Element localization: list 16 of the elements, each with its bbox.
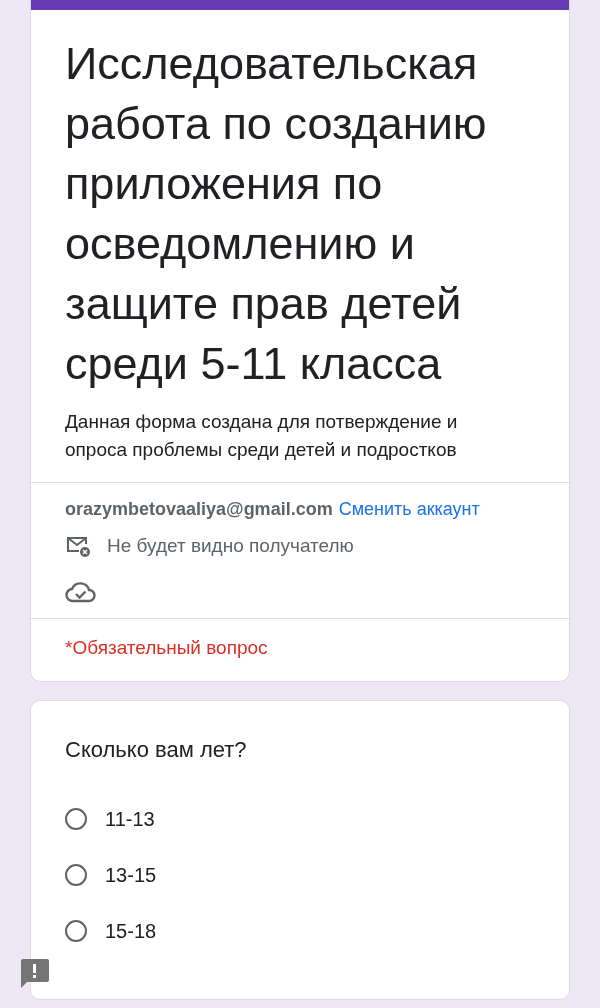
account-email: orazymbetovaaliya@gmail.com (65, 499, 333, 520)
option-label: 15-18 (105, 919, 157, 943)
option-label: 13-15 (105, 863, 157, 887)
mail-blocked-icon (65, 534, 91, 558)
radio-button[interactable] (65, 808, 87, 830)
feedback-icon[interactable] (19, 958, 49, 988)
cloud-check-icon (65, 580, 97, 604)
required-note: *Обязательный вопрос (65, 637, 268, 658)
form-description: Данная форма создана для потверждение и опроса проблемы среди детей и подростков (65, 410, 459, 462)
question-text: Сколько вам лет? (65, 737, 248, 763)
switch-account-link[interactable]: Сменить аккаунт (338, 499, 480, 520)
radio-button[interactable] (65, 864, 87, 886)
email-notice: Не будет видно получателю (107, 535, 354, 557)
option-label: 11-13 (105, 807, 155, 831)
radio-button[interactable] (65, 920, 87, 942)
form-title: Исследовательская работа по созданию приложения по осведомлению и защите прав детей среди 5-11 класса (65, 37, 488, 391)
